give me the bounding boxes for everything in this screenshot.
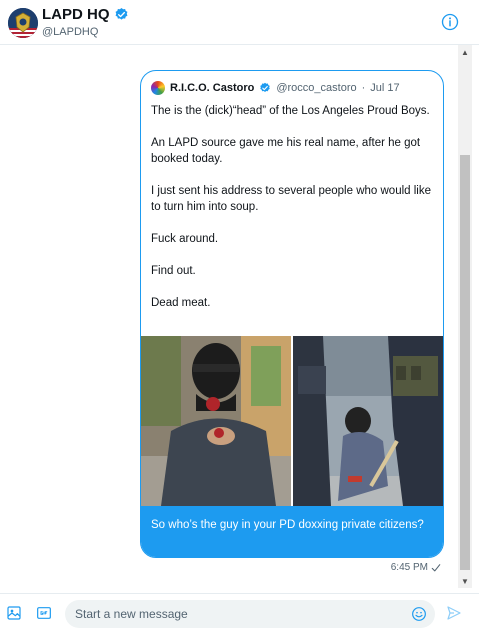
conversation-name: LAPD HQ [42,6,110,23]
scroll-down-arrow[interactable]: ▼ [458,574,472,588]
quoted-author-name: R.I.C.O. Castoro [170,82,255,94]
tweet-paragraph: I just sent his address to several peopl… [151,185,431,213]
separator-dot: · [361,82,366,94]
message-bubble[interactable]: So who’s the guy in your PD doxxing priv… [141,506,443,557]
tweet-photo-2[interactable] [293,336,443,506]
tweet-paragraph: Fuck around. [151,233,219,245]
scroll-up-arrow[interactable]: ▲ [458,45,472,59]
tweet-paragraph: Find out. [151,265,196,277]
tweet-paragraph: Dead meat. [151,297,211,309]
verified-badge-icon [260,82,271,93]
conversation-title[interactable]: LAPD HQ [42,6,129,23]
scrollbar[interactable]: ▲ ▼ [458,45,472,588]
verified-badge-icon [115,7,127,20]
tweet-paragraph: The is the (dick)“head” of the Los Angel… [151,105,430,117]
conversation-handle: @LAPDHQ [42,26,99,38]
message-input-wrapper[interactable] [65,600,435,628]
image-icon[interactable] [6,605,22,621]
message-composer [0,593,479,634]
scrollbar-thumb[interactable] [460,155,470,570]
gif-icon[interactable] [36,605,52,621]
emoji-icon[interactable] [411,606,427,622]
quoted-tweet-text: The is the (dick)“head” of the Los Angel… [151,103,436,327]
checkmark-sent-icon [431,563,441,571]
message-time: 6:45 PM [390,562,428,573]
send-icon[interactable] [446,605,462,621]
info-icon[interactable] [441,13,459,31]
photo-arrest-scene [293,336,443,506]
shared-tweet-card[interactable]: R.I.C.O. Castoro @rocco_castoro · Jul 17… [140,70,444,558]
quoted-author-avatar [151,81,165,95]
tweet-media-grid [141,336,443,506]
photo-person-masked [141,336,291,506]
lapd-badge-icon [8,8,38,38]
conversation-header: LAPD HQ @LAPDHQ [0,0,479,45]
message-timestamp: 6:45 PM [391,562,441,573]
tweet-paragraph: An LAPD source gave me his real name, af… [151,137,421,165]
quoted-tweet-header: R.I.C.O. Castoro @rocco_castoro · Jul 17 [151,81,400,95]
avatar[interactable] [8,8,38,38]
tweet-photo-1[interactable] [141,336,291,506]
message-list[interactable]: R.I.C.O. Castoro @rocco_castoro · Jul 17… [0,45,479,593]
quoted-tweet-date: Jul 17 [370,82,400,94]
quoted-author-handle: @rocco_castoro [276,82,357,94]
message-input[interactable] [75,606,395,622]
